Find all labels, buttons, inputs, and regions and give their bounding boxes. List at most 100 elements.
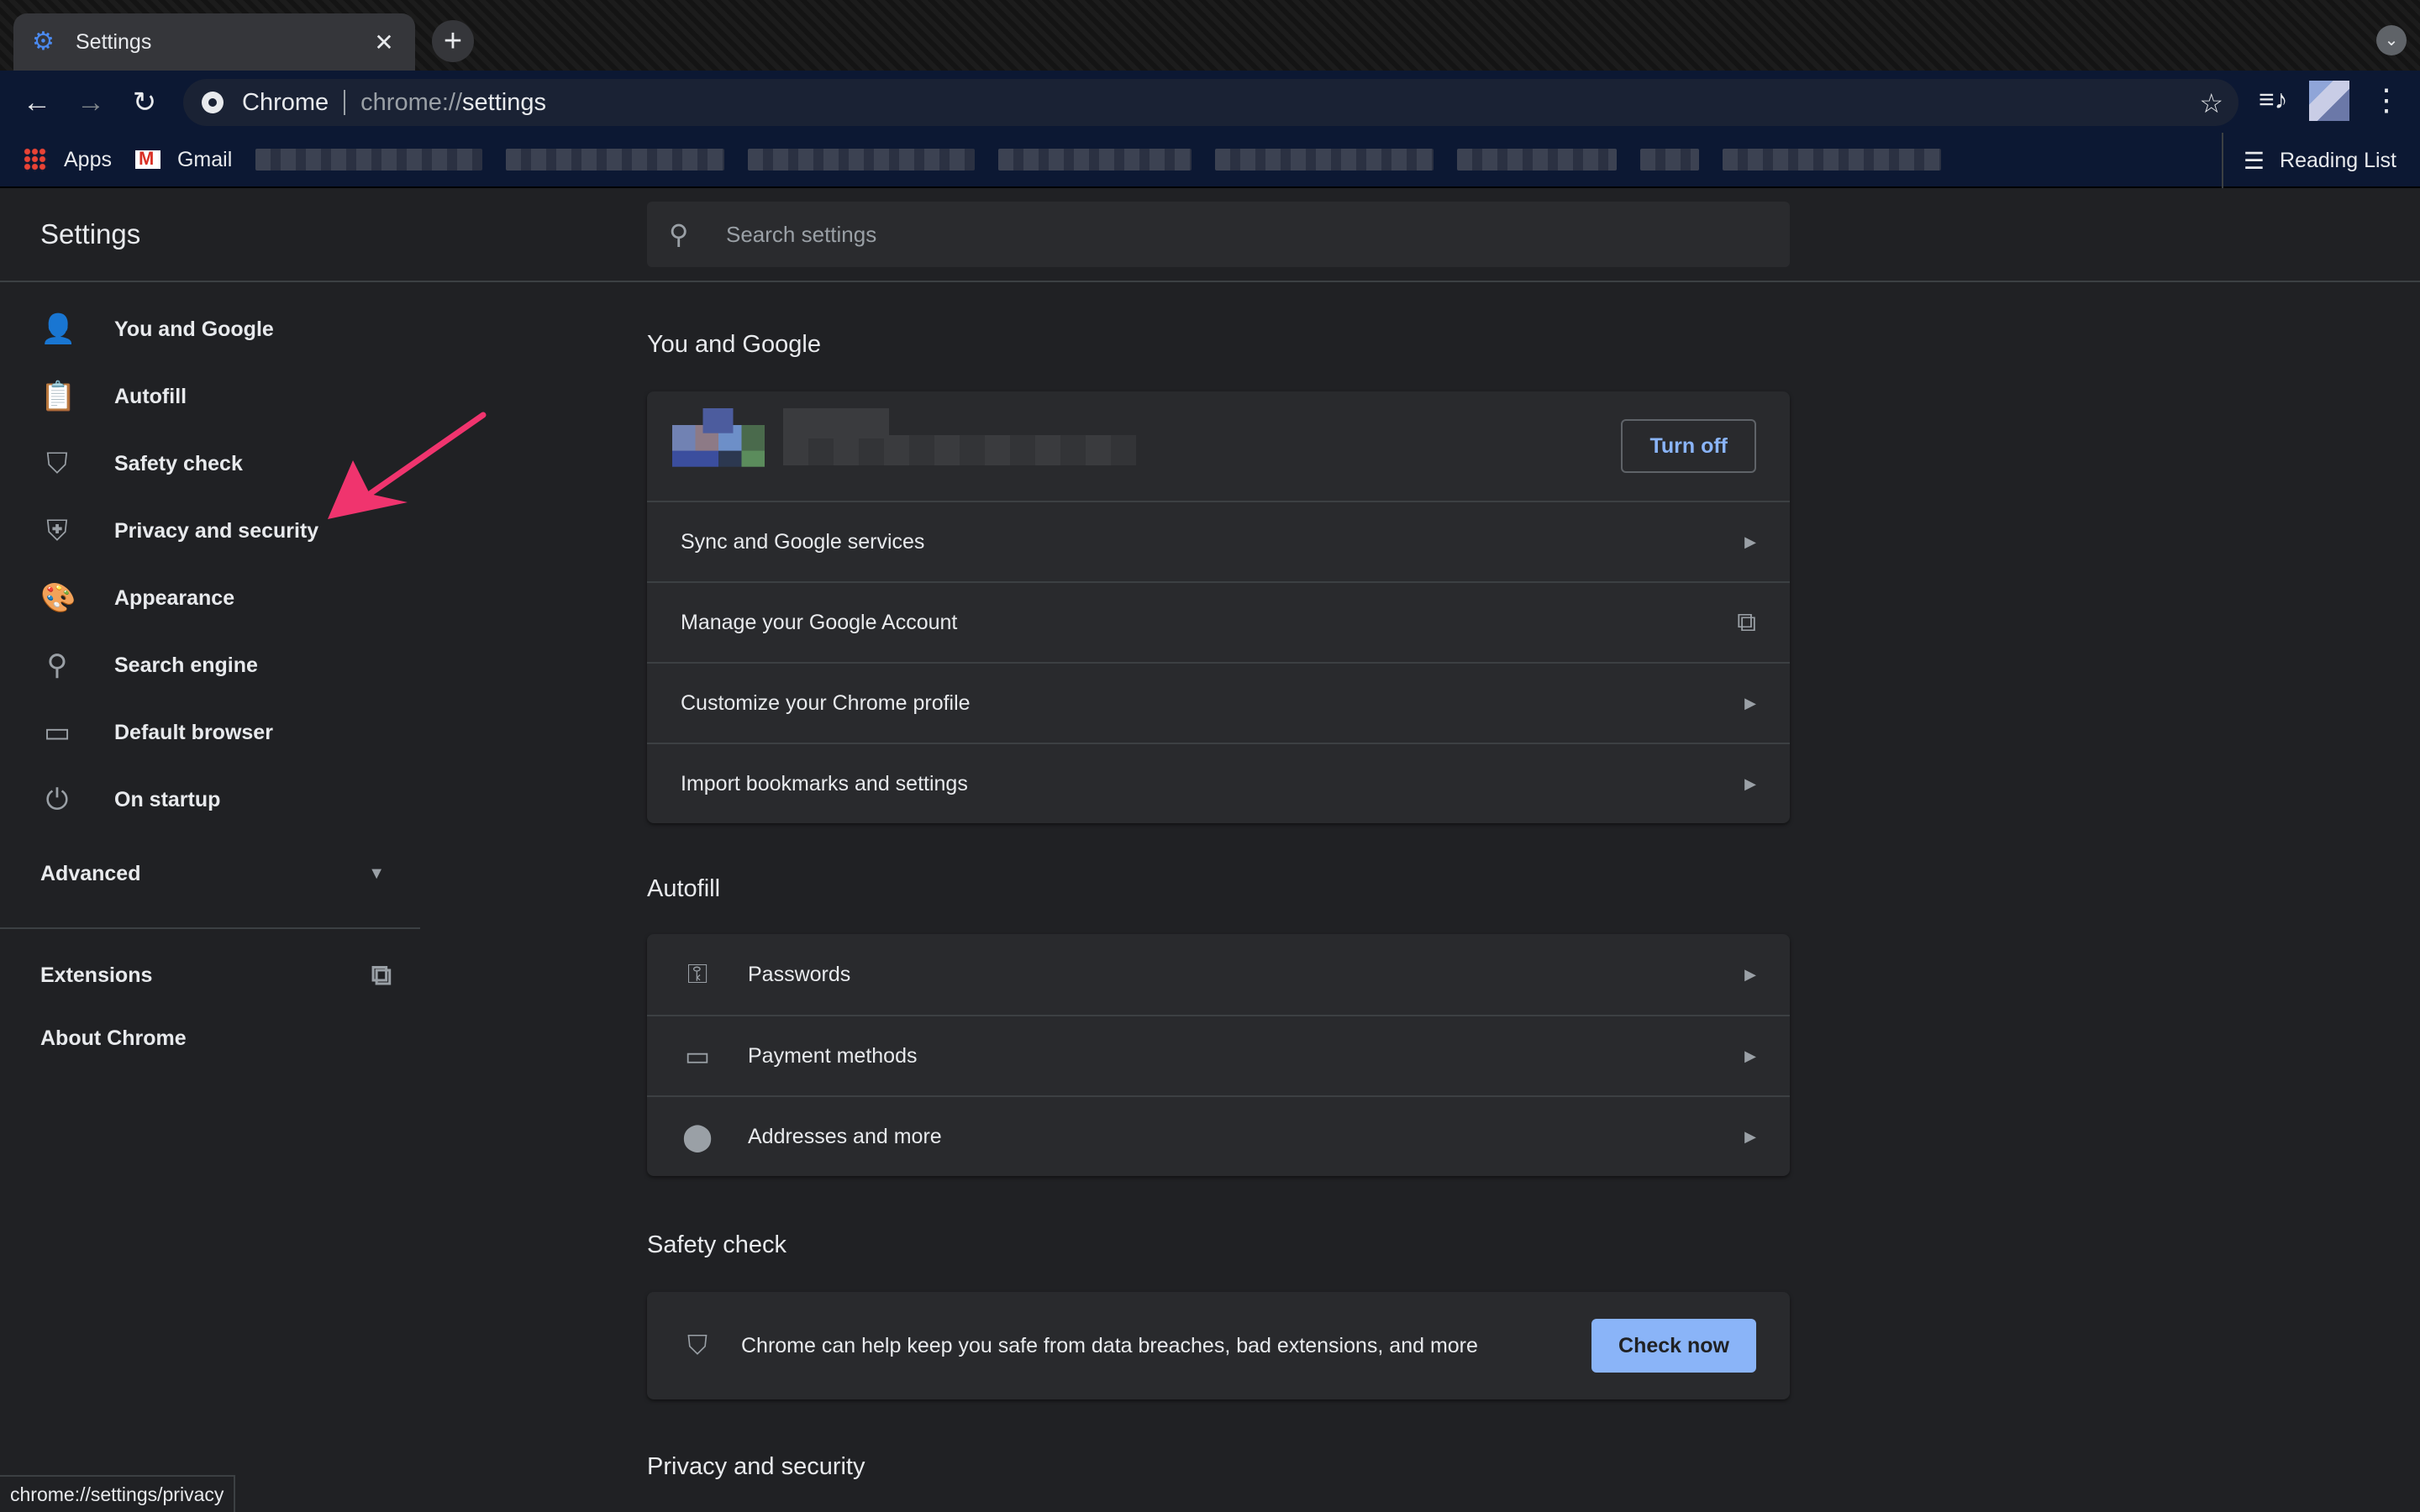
back-arrow-icon[interactable]: ←: [18, 84, 55, 121]
about-label: About Chrome: [40, 1026, 187, 1050]
location-pin-icon: ⬤: [682, 1121, 713, 1152]
omnibox-chip: Chrome: [242, 88, 329, 116]
bookmark-gmail-label: Gmail: [176, 147, 233, 171]
gear-icon: ⚙: [32, 28, 55, 55]
bookmark-apps-label: Apps: [64, 147, 112, 171]
chrome-icon: [202, 92, 224, 113]
row-passwords[interactable]: ⚿ Passwords ▶: [647, 934, 1790, 1015]
arrow-right-icon: ▶: [1744, 694, 1756, 711]
sidebar-item-label: Appearance: [114, 585, 235, 610]
extensions-label: Extensions: [40, 963, 153, 987]
shield-check-icon: ⛉: [46, 447, 68, 480]
sidebar-item-label: Search engine: [114, 653, 258, 677]
row-label: Sync and Google services: [681, 529, 925, 554]
row-customize-profile[interactable]: Customize your Chrome profile ▶: [647, 662, 1790, 743]
more-menu-icon[interactable]: ⋮: [2371, 82, 2402, 118]
row-label: Import bookmarks and settings: [681, 771, 968, 795]
bookmark-redacted[interactable]: [748, 149, 976, 171]
power-icon: ⏻: [45, 783, 69, 816]
sidebar-item-search-engine[interactable]: ⚲ Search engine: [0, 632, 420, 699]
advanced-label: Advanced: [40, 862, 141, 885]
close-icon[interactable]: ✕: [371, 29, 397, 56]
sidebar-item-you-and-google[interactable]: 👤 You and Google: [0, 296, 420, 363]
arrow-right-icon: ▶: [1744, 533, 1756, 550]
sidebar-item-label: You and Google: [114, 317, 274, 341]
bookmark-redacted[interactable]: [1723, 149, 1942, 171]
annotation-arrow: [328, 412, 487, 519]
sidebar-item-label: Safety check: [114, 451, 243, 475]
new-tab-button[interactable]: +: [432, 20, 474, 62]
section-title-privacy: Privacy and security: [647, 1453, 865, 1480]
toolbar: ← → ↻ Chrome chrome:// settings ☆ ≡♪ ⋮: [0, 71, 2420, 133]
row-addresses[interactable]: ⬤ Addresses and more ▶: [647, 1095, 1790, 1176]
sidebar-item-appearance[interactable]: 🎨 Appearance: [0, 564, 420, 632]
row-label: Payment methods: [748, 1043, 918, 1068]
row-label: Addresses and more: [748, 1124, 942, 1148]
caret-down-icon: ▼: [368, 864, 385, 883]
bookmark-star-icon[interactable]: ☆: [2199, 87, 2223, 119]
account-name-redacted: [783, 408, 1136, 484]
bookmark-redacted[interactable]: [255, 149, 483, 171]
sidebar-item-on-startup[interactable]: ⏻ On startup: [0, 766, 420, 833]
row-payment-methods[interactable]: ▭ Payment methods ▶: [647, 1015, 1790, 1095]
section-title-safety-check: Safety check: [647, 1231, 787, 1258]
clipboard-icon: 📋: [40, 381, 76, 412]
url-path: settings: [462, 88, 546, 116]
sidebar-item-label: On startup: [114, 787, 221, 811]
sidebar-about-chrome[interactable]: About Chrome: [40, 1026, 187, 1051]
reload-icon[interactable]: ↻: [126, 84, 163, 121]
settings-header: Settings ⚲: [0, 188, 2420, 282]
page-title: Settings: [40, 218, 141, 249]
row-manage-account[interactable]: Manage your Google Account ⧉: [647, 581, 1790, 662]
search-icon: ⚲: [669, 219, 689, 249]
external-link-icon: ⧉: [371, 959, 392, 991]
bookmark-redacted[interactable]: [1215, 149, 1434, 171]
card-safety-check: ⛉ Chrome can help keep you safe from dat…: [647, 1292, 1790, 1399]
apps-grid-icon: [24, 148, 47, 171]
forward-arrow-icon[interactable]: →: [72, 84, 109, 121]
sync-account-row: Turn off: [647, 391, 1790, 501]
sidebar-divider: [0, 927, 420, 929]
tab-search-button[interactable]: ⌄: [2376, 25, 2407, 55]
sidebar-extensions-link[interactable]: Extensions ⧉: [40, 959, 392, 992]
turn-off-sync-button[interactable]: Turn off: [1621, 419, 1756, 473]
bookmark-gmail[interactable]: Gmail: [134, 147, 233, 172]
bookmark-redacted[interactable]: [1457, 149, 1618, 171]
reading-list-button[interactable]: ☰ Reading List: [2221, 133, 2396, 188]
search-input[interactable]: [726, 221, 1734, 248]
omnibox-separator: [344, 90, 346, 115]
sidebar-advanced-toggle[interactable]: Advanced ▼: [40, 862, 385, 886]
search-box[interactable]: ⚲: [647, 202, 1790, 267]
check-now-button[interactable]: Check now: [1591, 1319, 1756, 1373]
tab-strip: ⚙ Settings ✕ + ⌄: [0, 0, 2420, 71]
row-label: Customize your Chrome profile: [681, 690, 971, 715]
shield-icon: ⛨: [46, 514, 68, 547]
tab-settings[interactable]: ⚙ Settings ✕: [13, 13, 415, 71]
url-scheme: chrome://: [360, 88, 463, 116]
arrow-right-icon: ▶: [1744, 1047, 1756, 1064]
bookmark-redacted[interactable]: [506, 149, 725, 171]
row-sync-services[interactable]: Sync and Google services ▶: [647, 501, 1790, 581]
account-avatar: [672, 408, 765, 484]
bookmark-redacted[interactable]: [1640, 149, 1700, 171]
person-icon: 👤: [40, 313, 76, 345]
card-you-and-google: Turn off Sync and Google services ▶ Mana…: [647, 391, 1790, 823]
row-label: Passwords: [748, 962, 851, 986]
arrow-right-icon: ▶: [1744, 965, 1756, 983]
media-controls-icon[interactable]: ≡♪: [2259, 84, 2288, 115]
row-safety-check: ⛉ Chrome can help keep you safe from dat…: [647, 1292, 1790, 1399]
section-title-autofill: Autofill: [647, 875, 721, 902]
sidebar-item-default-browser[interactable]: ▭ Default browser: [0, 699, 420, 766]
reading-list-label: Reading List: [2280, 148, 2396, 172]
row-import-bookmarks[interactable]: Import bookmarks and settings ▶: [647, 743, 1790, 823]
key-icon: ⚿: [687, 958, 708, 989]
bookmark-redacted[interactable]: [998, 149, 1192, 171]
profile-avatar-button[interactable]: [2309, 81, 2349, 121]
reading-list-icon: ☰: [2243, 147, 2265, 174]
arrow-right-icon: ▶: [1744, 1127, 1756, 1145]
row-label: Manage your Google Account: [681, 610, 958, 634]
external-link-icon: ⧉: [1737, 606, 1756, 637]
address-bar[interactable]: Chrome chrome:// settings ☆: [183, 79, 2238, 126]
bookmark-apps[interactable]: Apps: [24, 148, 112, 172]
card-autofill: ⚿ Passwords ▶ ▭ Payment methods ▶ ⬤ Addr…: [647, 934, 1790, 1176]
